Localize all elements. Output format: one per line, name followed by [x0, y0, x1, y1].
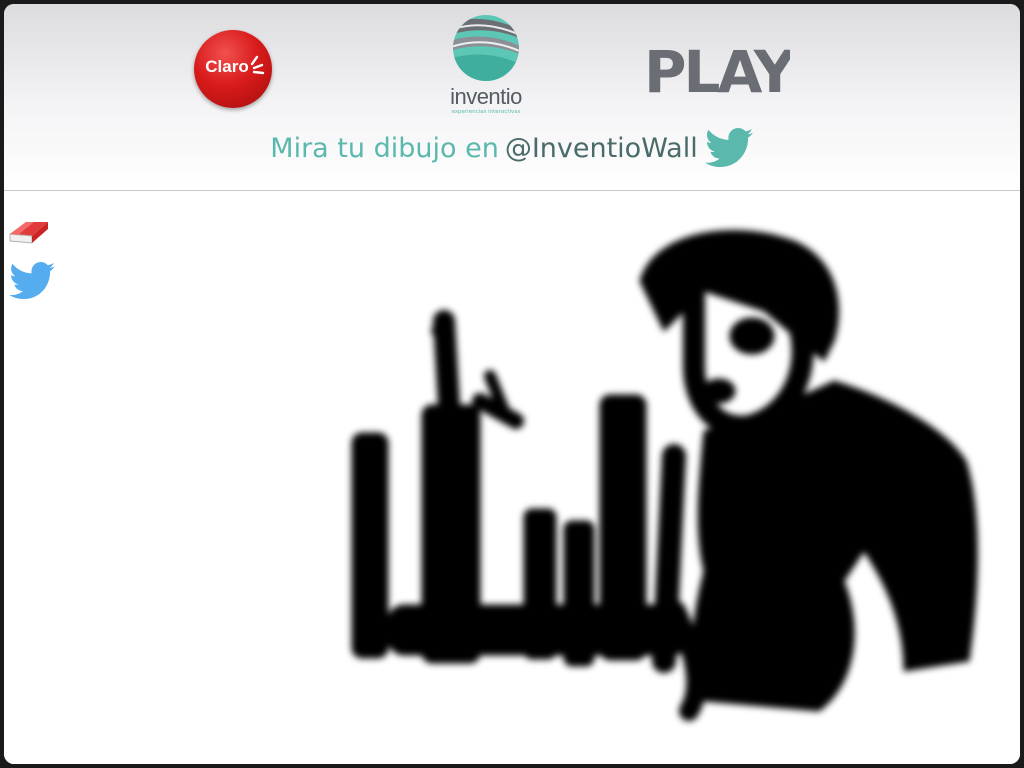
- inventio-logo-tagline: experiencias interactivas: [451, 109, 521, 115]
- inventio-logo: inventio experiencias interactivas: [436, 14, 536, 122]
- drawing-artwork: [351, 229, 978, 721]
- claro-logo-text: Claro: [205, 57, 249, 76]
- inventio-logo-name: inventio: [450, 84, 522, 109]
- eraser-button[interactable]: [8, 212, 52, 252]
- claro-logo: Claro: [194, 30, 272, 108]
- claro-rays-icon: [250, 55, 265, 75]
- app-frame: Claro inventio experiencias interactivas…: [4, 4, 1020, 764]
- play-logo-text: PLAY: [644, 38, 790, 98]
- header-bar: Claro inventio experiencias interactivas…: [4, 4, 1020, 191]
- eraser-icon: [9, 222, 48, 244]
- drawing-canvas[interactable]: [4, 191, 1020, 764]
- tagline-handle[interactable]: @InventioWall: [505, 133, 698, 164]
- twitter-bird-icon: [9, 262, 55, 300]
- inventio-globe-icon: [453, 15, 519, 81]
- tagline: Mira tu dibujo en @InventioWall: [4, 126, 1020, 170]
- twitter-share-button[interactable]: [8, 262, 56, 304]
- twitter-bird-icon: [704, 128, 753, 167]
- tagline-prefix: Mira tu dibujo en: [270, 132, 499, 164]
- play-logo: PLAY: [644, 38, 790, 98]
